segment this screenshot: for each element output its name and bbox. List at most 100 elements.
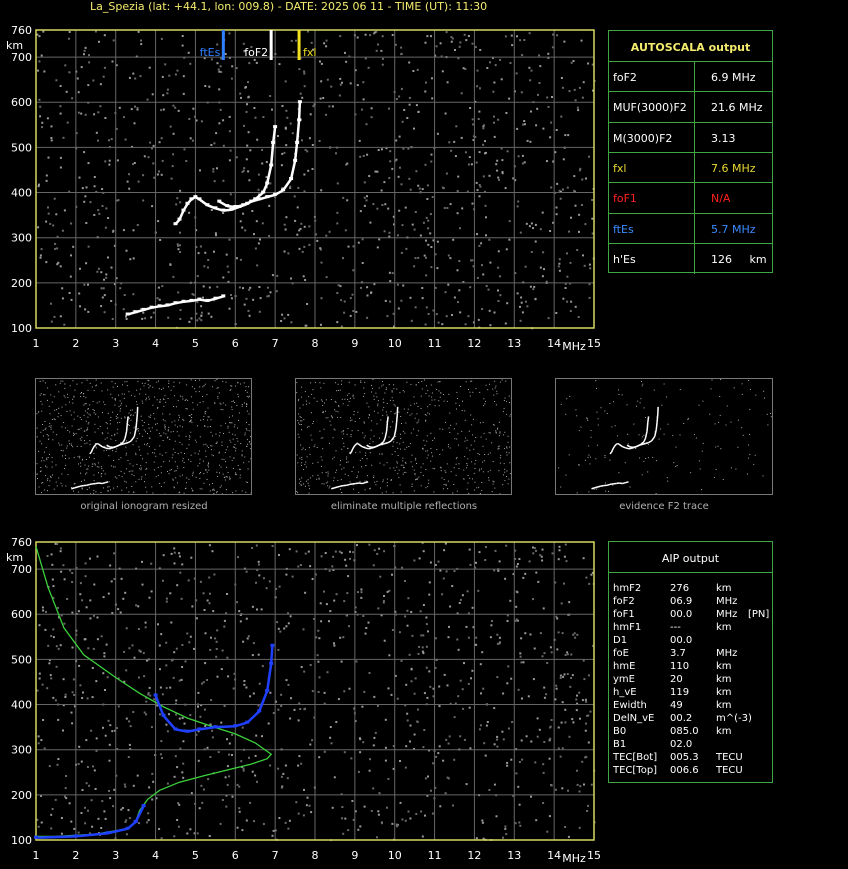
aip-key: Ewidth xyxy=(613,700,647,711)
x-tick-label: 4 xyxy=(152,337,159,350)
aip-unit: MHz xyxy=(716,596,738,607)
thumb-trace xyxy=(346,483,350,487)
trace-segment xyxy=(242,200,252,207)
thumb-trace xyxy=(126,416,129,423)
trace-segment xyxy=(215,724,236,729)
aip-unit: TECU xyxy=(716,752,743,763)
aip-value: 276 xyxy=(670,583,690,594)
thumb-trace xyxy=(656,413,659,423)
aip-title: AIP output xyxy=(661,552,720,565)
noise-dots xyxy=(36,30,596,330)
thumb-trace xyxy=(92,445,96,450)
aip-value: 02.0 xyxy=(670,739,693,750)
x-tick-label: 10 xyxy=(388,337,402,350)
trace-segment xyxy=(159,304,168,308)
aip-key: DelN_vE xyxy=(613,713,655,724)
thumb-trace xyxy=(646,422,649,432)
autoscala-key: M(3000)F2 xyxy=(613,131,673,145)
aip-unit: km xyxy=(716,687,732,698)
thumb-trace xyxy=(639,443,643,446)
thumb-trace xyxy=(372,445,377,449)
aip-output-panel: AIP output hmF2 276 km foF2 06.9 MHz foF1 00.0 M… xyxy=(608,541,773,783)
thumb-trace xyxy=(334,486,338,489)
thumb-trace xyxy=(89,483,93,486)
thumb-trace xyxy=(381,442,386,446)
thumb-trace xyxy=(350,448,354,453)
x-tick-label: 9 xyxy=(351,849,358,862)
grid xyxy=(36,30,594,328)
x-tick-label: 14 xyxy=(547,337,561,350)
y-tick-label: 700 xyxy=(11,51,32,64)
trace-segment xyxy=(35,835,76,839)
aip-row: D1 00.0 xyxy=(613,635,773,648)
thumb-trace xyxy=(612,445,616,450)
y-tick-label: 760 xyxy=(11,536,32,549)
aip-row: ymE 20 km xyxy=(613,674,773,687)
thumb-trace xyxy=(133,429,137,437)
aip-unit: km xyxy=(716,583,732,594)
aip-row: foF2 06.9 MHz xyxy=(613,596,773,609)
thumb-original xyxy=(35,378,252,495)
aip-value: 119 xyxy=(670,687,690,698)
x-tick-label: 2 xyxy=(72,337,79,350)
thumb-trace xyxy=(382,437,386,443)
trace-segment xyxy=(134,805,145,823)
x-tick-label: 7 xyxy=(272,849,279,862)
y-tick-label: 700 xyxy=(11,563,32,576)
x-tick-label: 6 xyxy=(232,849,239,862)
aip-row: hmE 110 km xyxy=(613,661,773,674)
y-tick-label: 500 xyxy=(11,653,32,666)
aip-row: h_vE 119 km xyxy=(613,687,773,700)
thumb-trace xyxy=(606,483,611,487)
thumb-trace xyxy=(625,447,629,450)
thumb-trace xyxy=(104,481,109,484)
x-tick-label: 4 xyxy=(152,849,159,862)
aip-key: foE xyxy=(613,648,629,659)
trace-segment xyxy=(269,645,274,664)
aip-row: foF1 00.0 MHz [PN] xyxy=(613,609,773,622)
thumb-trace xyxy=(86,483,90,487)
thumb-trace xyxy=(115,444,120,448)
autoscala-key: h'Es xyxy=(613,252,636,266)
y-tick-label: 600 xyxy=(11,96,32,109)
thumb-trace xyxy=(89,451,92,455)
thumb-trace xyxy=(645,441,649,445)
aip-unit: km xyxy=(716,661,732,672)
station-header: La_Spezia (lat: +44.1, lon: 009.8) - DAT… xyxy=(90,0,488,13)
aip-row: hmF1 --- km xyxy=(613,622,773,635)
thumb-trace xyxy=(98,482,103,485)
aip-key: TEC[Bot] xyxy=(613,752,658,763)
thumb-trace xyxy=(384,431,388,439)
thumb-trace xyxy=(130,436,135,442)
ionogram-aip-chart: 1 2 3 4 5 6 7 8 9 10 11 12 13 14 151002003004005006007… xyxy=(6,536,601,865)
aip-key: B0 xyxy=(613,726,627,737)
aip-value: 06.9 xyxy=(670,596,693,607)
trace-segment xyxy=(265,663,273,692)
thumb-trace xyxy=(616,482,620,485)
noise-dots xyxy=(36,542,596,842)
thumb-evidence-f2 xyxy=(555,378,773,495)
autoscala-value: 3.13 xyxy=(711,131,736,145)
thumb-trace xyxy=(632,445,637,449)
thumb-trace xyxy=(594,486,598,489)
thumb-trace xyxy=(104,447,109,450)
thumb-trace xyxy=(385,422,389,432)
aip-key: foF2 xyxy=(613,596,635,607)
thumb-trace xyxy=(647,416,650,423)
thumb-trace xyxy=(93,443,97,447)
thumb-trace xyxy=(655,422,658,430)
thumb-trace xyxy=(77,485,81,488)
thumb-trace xyxy=(340,484,344,487)
aip-value: 085.0 xyxy=(670,726,699,737)
trace-segment xyxy=(174,218,181,225)
thumb-trace xyxy=(337,485,341,488)
aip-value: 49 xyxy=(670,700,683,711)
trace-segment xyxy=(258,690,269,712)
aip-unit: km xyxy=(716,726,732,737)
autoscala-row-fof1: foF1 N/A xyxy=(609,182,772,214)
autoscala-row-ftes: ftEs 5.7 MHz xyxy=(609,212,772,244)
aip-key: TEC[Top] xyxy=(613,765,658,776)
aip-row: TEC[Top] 006.6 TECU xyxy=(613,765,773,778)
aip-value: --- xyxy=(670,622,681,633)
trace-segment xyxy=(227,204,236,209)
